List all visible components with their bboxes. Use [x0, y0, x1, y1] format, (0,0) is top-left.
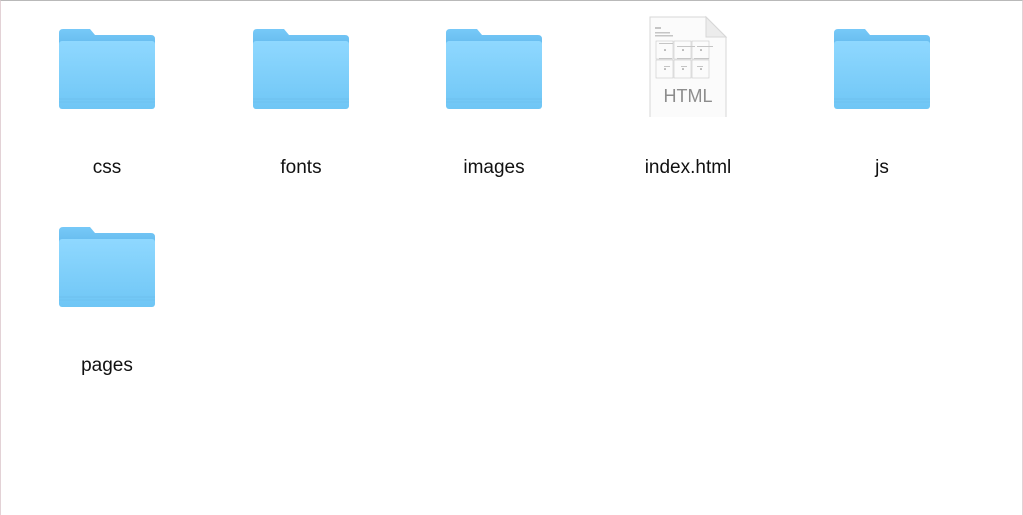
folder-icon — [249, 13, 353, 117]
item-label: fonts — [280, 157, 322, 178]
folder-icon — [830, 13, 934, 117]
folder-item-js[interactable]: js — [792, 13, 972, 183]
folder-item-pages[interactable]: pages — [17, 211, 197, 381]
item-label: pages — [81, 355, 133, 376]
file-item-index-html[interactable]: HTML index.html — [598, 13, 778, 183]
html-file-icon: HTML — [636, 13, 740, 117]
folder-icon — [55, 13, 159, 117]
finder-window: css fonts images HTML index.html js page… — [0, 0, 1023, 515]
folder-icon — [442, 13, 546, 117]
folder-item-images[interactable]: images — [404, 13, 584, 183]
folder-item-css[interactable]: css — [17, 13, 197, 183]
html-badge-text: HTML — [664, 86, 713, 106]
item-label: css — [92, 157, 122, 178]
folder-item-fonts[interactable]: fonts — [211, 13, 391, 183]
item-label: index.html — [644, 157, 732, 178]
item-label: images — [463, 157, 525, 178]
folder-icon — [55, 211, 159, 315]
item-label: js — [875, 157, 889, 178]
